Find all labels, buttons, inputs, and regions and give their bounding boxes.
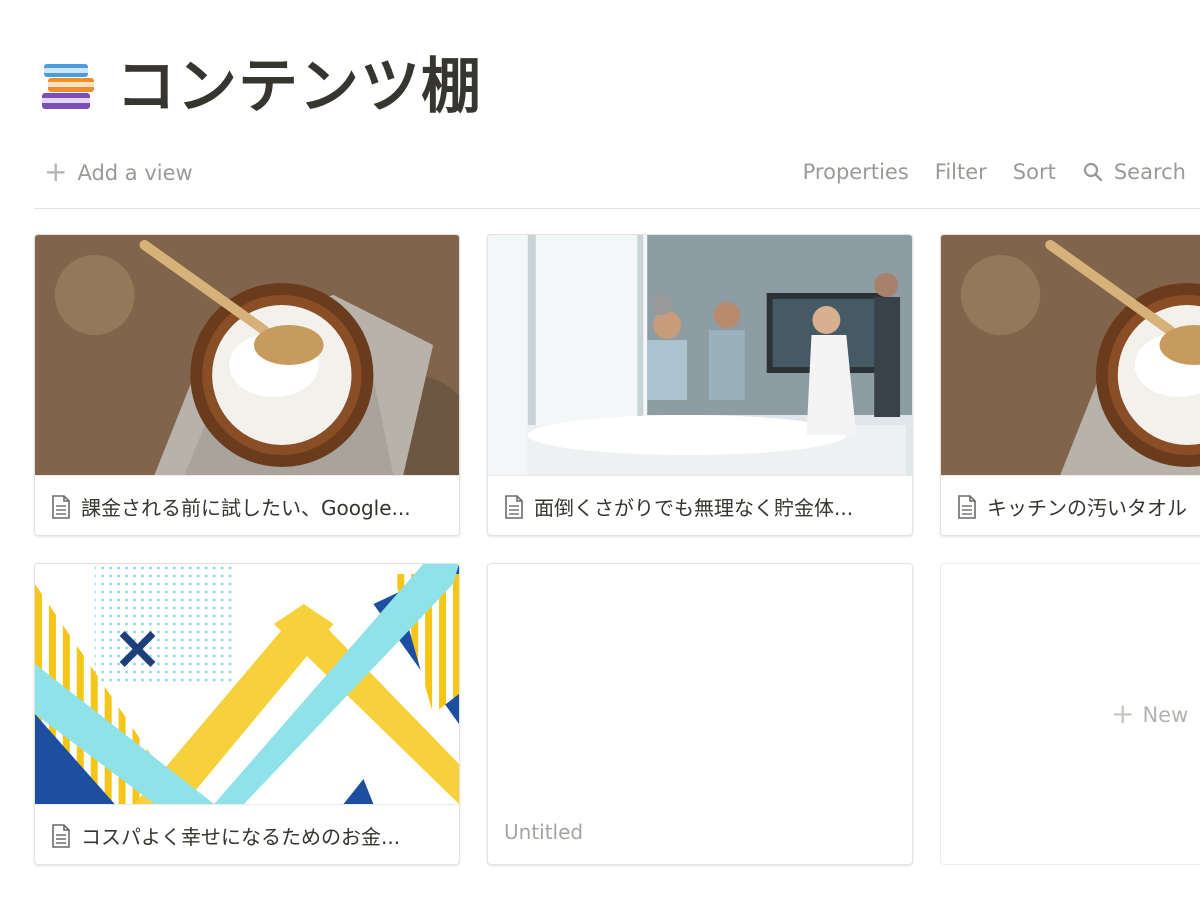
view-toolbar: + Add a view Properties Filter Sort Sear… xyxy=(34,150,1200,209)
sort-button[interactable]: Sort xyxy=(1013,160,1056,184)
card-cover-office xyxy=(488,235,912,475)
card-cover-yogurt xyxy=(941,235,1200,475)
card-cover-yogurt xyxy=(35,235,459,475)
card-title: 面倒くさがりでも無理なく貯金体... xyxy=(534,496,854,520)
view-tools: Properties Filter Sort Search xyxy=(803,160,1186,184)
new-button[interactable]: + New xyxy=(1111,697,1189,730)
search-label: Search xyxy=(1113,160,1186,184)
search-button[interactable]: Search xyxy=(1082,160,1186,184)
gallery-card[interactable]: 課金される前に試したい、Google... xyxy=(34,234,460,536)
filter-button[interactable]: Filter xyxy=(935,160,987,184)
card-caption: 課金される前に試したい、Google... xyxy=(35,475,459,535)
gallery-card[interactable]: コスパよく幸せになるためのお金... xyxy=(34,563,460,865)
new-label: New xyxy=(1142,703,1189,727)
card-title: 課金される前に試したい、Google... xyxy=(81,496,411,520)
gallery-card-untitled[interactable]: Untitled xyxy=(487,563,913,865)
card-caption: コスパよく幸せになるためのお金... xyxy=(35,804,459,864)
page-header: コンテンツ棚 xyxy=(40,52,482,122)
card-title: コスパよく幸せになるためのお金... xyxy=(81,825,401,849)
page-icon xyxy=(958,494,976,519)
gallery-card[interactable]: キッチンの汚いタオル xyxy=(940,234,1200,536)
plus-icon: + xyxy=(44,155,68,188)
new-card[interactable]: + New xyxy=(940,563,1200,865)
books-icon[interactable] xyxy=(40,58,98,116)
card-cover-geometric xyxy=(35,564,459,804)
notion-gallery-page: コンテンツ棚 + Add a view Properties Filter So… xyxy=(0,0,1200,900)
search-icon xyxy=(1083,162,1103,182)
add-view-button[interactable]: + Add a view xyxy=(44,155,193,188)
page-title[interactable]: コンテンツ棚 xyxy=(116,52,482,122)
gallery-card[interactable]: 面倒くさがりでも無理なく貯金体... xyxy=(487,234,913,536)
plus-icon: + xyxy=(1111,697,1135,730)
properties-button[interactable]: Properties xyxy=(803,160,909,184)
card-title: キッチンの汚いタオル xyxy=(987,496,1187,520)
add-view-label: Add a view xyxy=(77,161,193,185)
card-caption: キッチンの汚いタオル xyxy=(941,475,1200,535)
page-icon xyxy=(52,823,70,848)
card-title-placeholder: Untitled xyxy=(504,820,584,844)
page-icon xyxy=(52,494,70,519)
page-icon xyxy=(505,494,523,519)
card-caption: 面倒くさがりでも無理なく貯金体... xyxy=(488,475,912,535)
